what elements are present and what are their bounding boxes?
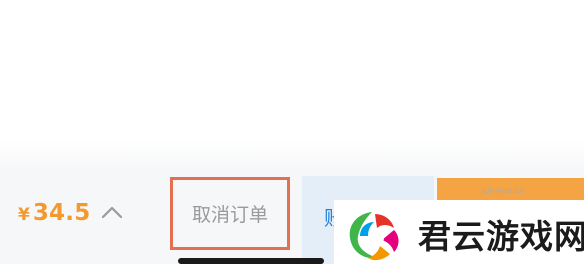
watermark-logo-icon — [349, 212, 399, 261]
content-fade — [0, 140, 584, 170]
cancel-order-button[interactable]: 取消订单 — [170, 177, 290, 250]
watermark-domain: jun-yun.cn — [482, 186, 524, 195]
price-amount: 34.5 — [32, 200, 91, 226]
watermark-brand: 君云游戏网 — [418, 217, 584, 256]
total-price: ¥ 34.5 — [18, 200, 90, 230]
watermark: jun-yun.cn 君云游戏网 — [334, 186, 584, 264]
currency-symbol: ¥ — [18, 205, 30, 225]
chevron-up-icon[interactable] — [101, 204, 123, 220]
cancel-order-label: 取消订单 — [191, 204, 268, 226]
home-indicator — [178, 258, 324, 264]
